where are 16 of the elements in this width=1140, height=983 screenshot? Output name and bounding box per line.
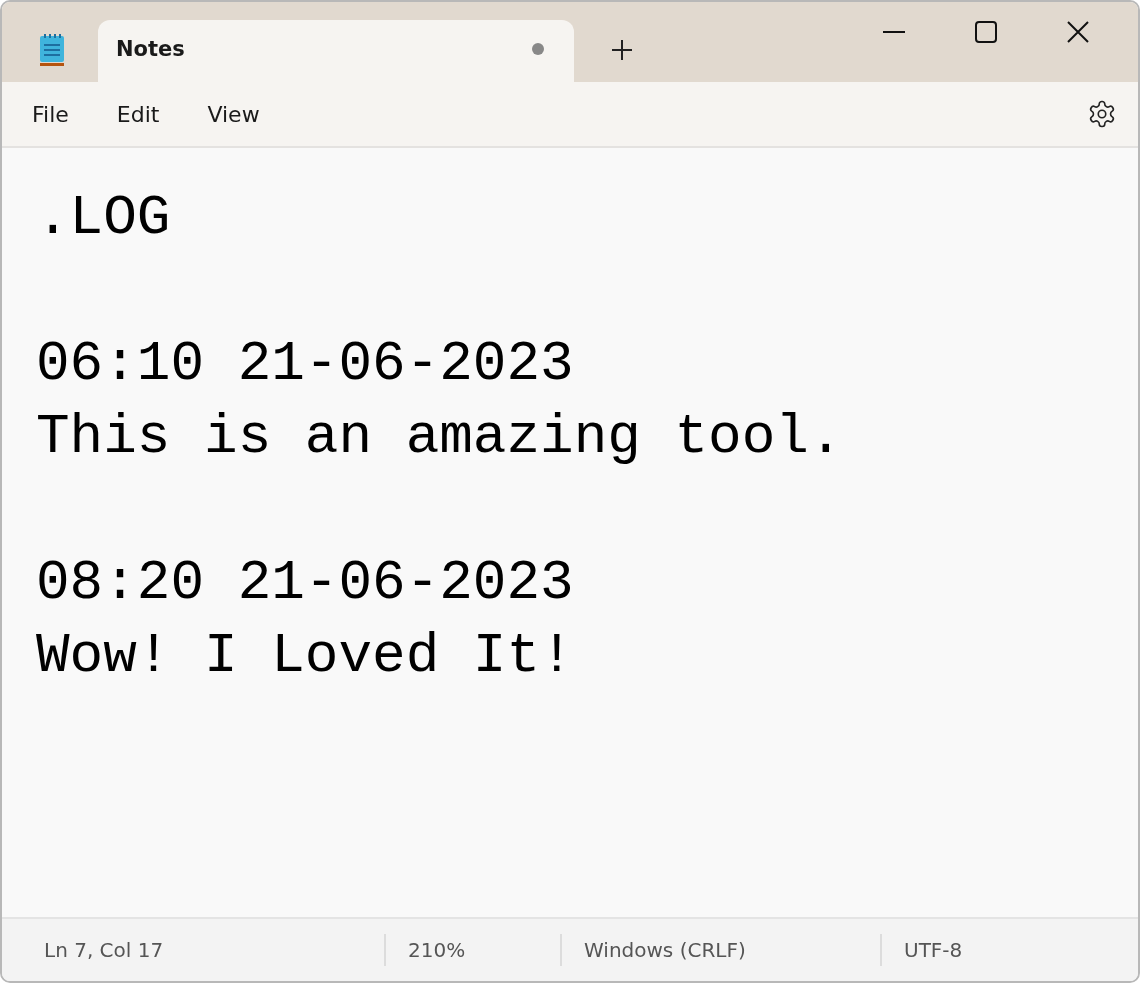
settings-icon <box>1087 99 1117 129</box>
status-text: 210% <box>384 934 560 966</box>
tab[interactable]: Notes <box>98 20 574 82</box>
menu-item[interactable]: File <box>18 95 83 133</box>
editor-text[interactable]: .LOG 06:10 21-06-2023 This is an amazing tool. 08:20 21-06-2023 Wow! I Loved It! <box>36 182 1138 693</box>
maximize-icon <box>975 21 997 43</box>
status-text: Windows (CRLF) <box>560 934 880 966</box>
menu-item[interactable]: View <box>193 95 274 133</box>
plus-icon <box>611 39 633 61</box>
status-text: UTF-8 <box>880 934 1120 966</box>
close-icon <box>1067 21 1089 43</box>
tab-title: Notes <box>116 37 185 61</box>
menu-item[interactable]: Edit <box>102 95 174 133</box>
status-text: Ln 7, Col 17 <box>43 937 165 964</box>
notepad-icon <box>38 34 66 68</box>
minimize-icon <box>883 30 905 34</box>
